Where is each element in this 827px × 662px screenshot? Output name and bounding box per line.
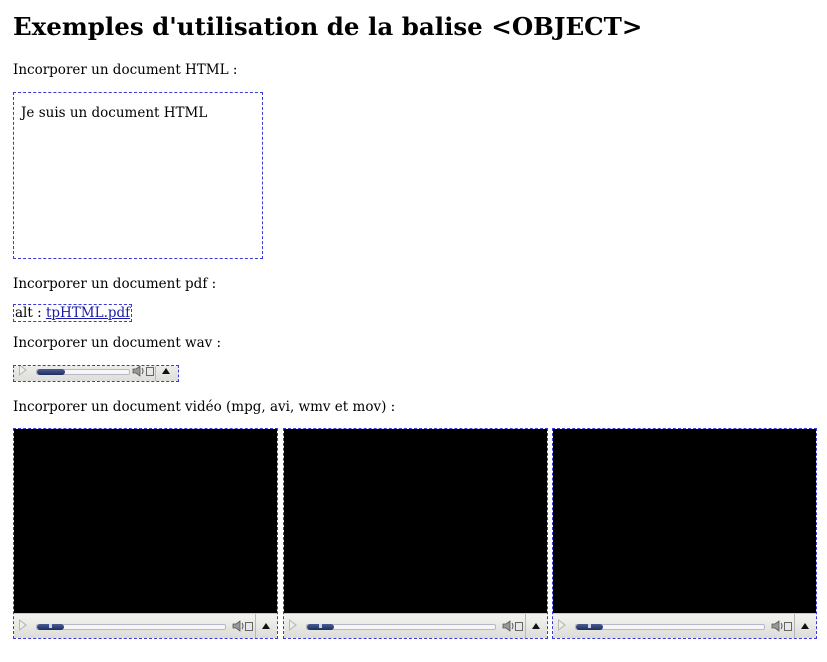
video-seek-progress — [37, 624, 64, 630]
speaker-icon[interactable] — [132, 365, 146, 378]
play-icon[interactable] — [558, 619, 566, 631]
control-separator — [255, 614, 256, 638]
video-control-bar — [284, 613, 547, 638]
triangle-up-icon[interactable] — [801, 623, 809, 629]
mute-icon[interactable] — [245, 622, 253, 631]
play-icon[interactable] — [289, 619, 297, 631]
play-icon[interactable] — [19, 619, 27, 631]
triangle-up-icon[interactable] — [262, 623, 270, 629]
video-seek-progress — [576, 624, 603, 630]
play-icon[interactable] — [19, 366, 27, 376]
seek-thumb[interactable] — [588, 624, 591, 628]
embedded-video-player[interactable] — [283, 428, 548, 639]
embedded-audio-player[interactable] — [13, 365, 179, 382]
control-separator — [525, 614, 526, 638]
html-section-label: Incorporer un document HTML : — [13, 62, 238, 78]
seek-thumb[interactable] — [319, 624, 322, 628]
embedded-video-player[interactable] — [552, 428, 817, 639]
video-screen[interactable] — [14, 429, 277, 613]
embedded-video-player[interactable] — [13, 428, 278, 639]
video-section-label: Incorporer un document vidéo (mpg, avi, … — [13, 399, 396, 415]
video-seek-bar[interactable] — [306, 624, 496, 630]
audio-seek-progress — [37, 369, 65, 375]
control-separator — [155, 366, 156, 381]
triangle-up-icon[interactable] — [162, 368, 170, 374]
speaker-icon[interactable] — [232, 619, 246, 633]
mute-icon[interactable] — [146, 367, 154, 376]
triangle-up-icon[interactable] — [532, 623, 540, 629]
page-title: Exemples d'utilisation de la balise <OBJ… — [13, 12, 643, 41]
mute-icon[interactable] — [784, 622, 792, 631]
audio-seek-bar[interactable] — [36, 369, 130, 375]
video-control-bar — [553, 613, 816, 638]
video-screen[interactable] — [553, 429, 816, 613]
video-screen[interactable] — [284, 429, 547, 613]
seek-thumb[interactable] — [49, 624, 52, 628]
embedded-pdf-fallback: alt : tpHTML.pdf — [13, 304, 132, 322]
wav-section-label: Incorporer un document wav : — [13, 335, 222, 351]
video-seek-bar[interactable] — [575, 624, 765, 630]
embedded-html-text: Je suis un document HTML — [21, 105, 208, 121]
video-seek-bar[interactable] — [36, 624, 226, 630]
embedded-html-document[interactable]: Je suis un document HTML — [13, 92, 263, 259]
pdf-section-label: Incorporer un document pdf : — [13, 276, 217, 292]
mute-icon[interactable] — [515, 622, 523, 631]
video-control-bar — [14, 613, 277, 638]
pdf-link[interactable]: tpHTML.pdf — [46, 305, 130, 321]
audio-control-bar — [14, 365, 178, 381]
video-seek-progress — [307, 624, 334, 630]
speaker-icon[interactable] — [771, 619, 785, 633]
control-separator — [794, 614, 795, 638]
speaker-icon[interactable] — [502, 619, 516, 633]
pdf-alt-prefix: alt : — [15, 305, 46, 321]
